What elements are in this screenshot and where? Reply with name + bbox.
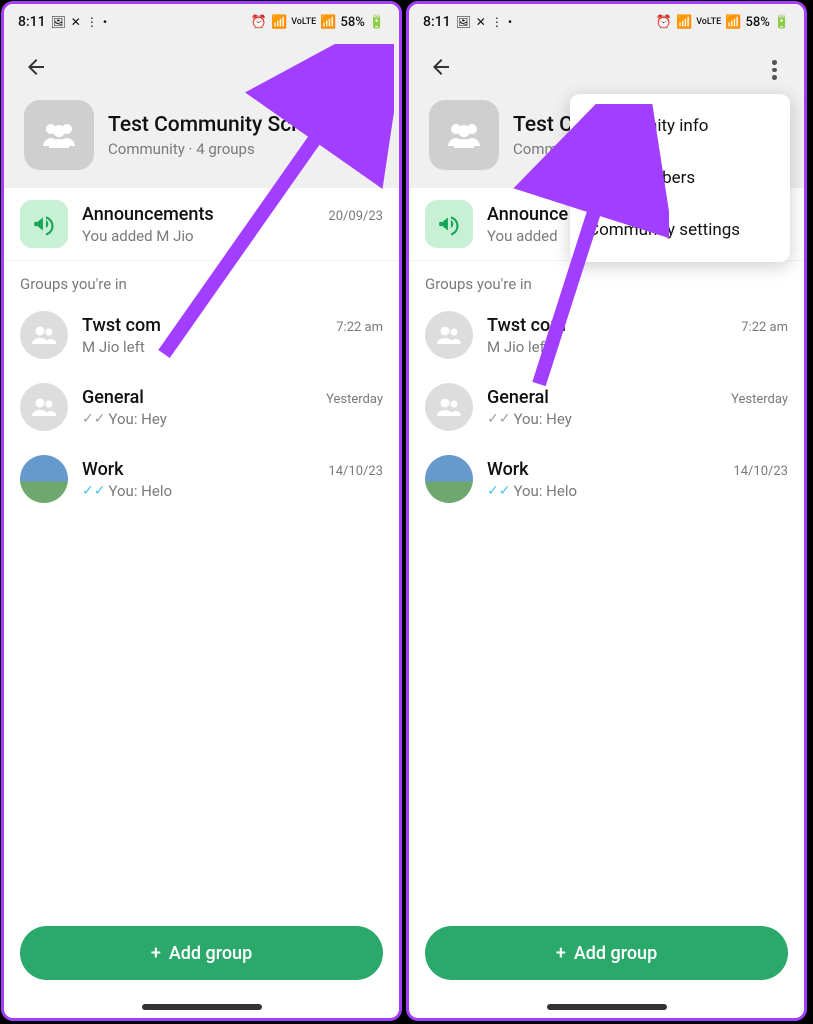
community-subtitle: Commu xyxy=(513,140,573,158)
add-group-button[interactable]: + Add group xyxy=(425,926,788,980)
group-row-general[interactable]: General Yesterday ✓✓ You: Hey xyxy=(409,371,804,443)
groups-section-label: Groups you're in xyxy=(409,261,804,299)
group-avatar-icon xyxy=(425,311,473,359)
bug-icon: ⋮ xyxy=(86,15,98,29)
megaphone-icon xyxy=(20,200,68,248)
back-button[interactable] xyxy=(425,51,457,89)
groups-list: Announcements 20/09/23 You added M Jio G… xyxy=(4,188,399,906)
announcements-row[interactable]: Announcements 20/09/23 You added M Jio xyxy=(4,188,399,261)
group-time: Yesterday xyxy=(326,392,383,407)
group-time: 7:22 am xyxy=(336,320,383,335)
group-time: Yesterday xyxy=(731,392,788,407)
plus-icon: + xyxy=(151,943,161,964)
add-group-button[interactable]: + Add group xyxy=(20,926,383,980)
group-row-twst[interactable]: Twst com 7:22 am M Jio left xyxy=(4,299,399,371)
status-bar: 8:11 🖼 ✕ ⋮ • ⏰ 📶 VoLTE 📶 58% 🔋 xyxy=(4,4,399,40)
group-subtitle: ✓✓ You: Helo xyxy=(487,482,788,500)
announcements-title: Announce xyxy=(487,204,568,225)
wifi-icon: 📶 xyxy=(676,15,692,30)
add-group-label: Add group xyxy=(574,943,657,964)
status-bar: 8:11 🖼 ✕ ⋮ • ⏰ 📶 VoLTE 📶 58% 🔋 xyxy=(409,4,804,40)
group-subtitle: M Jio left xyxy=(82,338,383,356)
group-title: Work xyxy=(487,459,529,480)
group-avatar-icon xyxy=(425,383,473,431)
battery-icon: 🔋 xyxy=(369,15,385,30)
more-options-button[interactable] xyxy=(355,56,383,84)
community-title: Test Community Scho... xyxy=(108,113,332,137)
group-row-twst[interactable]: Twst com 7:22 am M Jio left xyxy=(409,299,804,371)
phone-screenshot-right: 8:11 🖼 ✕ ⋮ • ⏰ 📶 VoLTE 📶 58% 🔋 xyxy=(406,1,807,1021)
community-avatar-icon xyxy=(24,100,94,170)
picture-icon: 🖼 xyxy=(51,15,66,29)
add-group-label: Add group xyxy=(169,943,252,964)
group-title: General xyxy=(82,387,144,408)
group-title: Twst com xyxy=(487,315,566,336)
community-title: Test C xyxy=(513,113,573,137)
announcements-time: 20/09/23 xyxy=(328,209,383,224)
status-time: 8:11 xyxy=(18,14,46,30)
picture-icon: 🖼 xyxy=(456,15,471,29)
group-time: 7:22 am xyxy=(741,320,788,335)
read-ticks-icon: ✓✓ xyxy=(82,483,105,499)
sent-ticks-icon: ✓✓ xyxy=(82,411,105,427)
group-row-work[interactable]: Work 14/10/23 ✓✓ You: Helo xyxy=(409,443,804,515)
group-title: Work xyxy=(82,459,124,480)
battery-icon: 🔋 xyxy=(774,15,790,30)
signal-icon: 📶 xyxy=(725,15,741,30)
menu-community-info[interactable]: Community info xyxy=(570,100,790,152)
group-time: 14/10/23 xyxy=(733,464,788,479)
nav-handle[interactable] xyxy=(142,1004,262,1010)
nav-handle[interactable] xyxy=(547,1004,667,1010)
community-header-row[interactable]: Test Community Scho... Community · 4 gro… xyxy=(14,92,389,188)
volte-icon: VoLTE xyxy=(696,17,721,27)
alarm-icon: ⏰ xyxy=(656,15,672,30)
community-avatar-icon xyxy=(429,100,499,170)
group-subtitle: ✓✓ You: Hey xyxy=(82,410,383,428)
group-avatar-image xyxy=(425,455,473,503)
sent-ticks-icon: ✓✓ xyxy=(487,411,510,427)
bottom-bar: + Add group xyxy=(409,906,804,1004)
dot-icon: • xyxy=(508,15,512,29)
header: Test Community Scho... Community · 4 gro… xyxy=(4,40,399,188)
read-ticks-icon: ✓✓ xyxy=(487,483,510,499)
battery-text: 58% xyxy=(340,15,364,30)
options-dropdown: Community info e members Community setti… xyxy=(570,94,790,262)
bottom-bar: + Add group xyxy=(4,906,399,1004)
groups-list: Announce You added Groups you're in Twst… xyxy=(409,188,804,906)
group-row-general[interactable]: General Yesterday ✓✓ You: Hey xyxy=(4,371,399,443)
menu-invite-members[interactable]: e members xyxy=(570,152,790,204)
announcements-title: Announcements xyxy=(82,204,214,225)
wifi-icon: 📶 xyxy=(271,15,287,30)
back-button[interactable] xyxy=(20,51,52,89)
x-icon: ✕ xyxy=(71,15,81,29)
group-time: 14/10/23 xyxy=(328,464,383,479)
bug-icon: ⋮ xyxy=(491,15,503,29)
group-title: Twst com xyxy=(82,315,161,336)
group-avatar-icon xyxy=(20,311,68,359)
more-options-button[interactable] xyxy=(760,56,788,84)
group-subtitle: ✓✓ You: Helo xyxy=(82,482,383,500)
group-title: General xyxy=(487,387,549,408)
status-time: 8:11 xyxy=(423,14,451,30)
megaphone-icon xyxy=(425,200,473,248)
announcements-subtitle: You added M Jio xyxy=(82,227,383,245)
volte-icon: VoLTE xyxy=(291,17,316,27)
phone-screenshot-left: 8:11 🖼 ✕ ⋮ • ⏰ 📶 VoLTE 📶 58% 🔋 xyxy=(1,1,402,1021)
dot-icon: • xyxy=(103,15,107,29)
group-row-work[interactable]: Work 14/10/23 ✓✓ You: Helo xyxy=(4,443,399,515)
group-avatar-icon xyxy=(20,383,68,431)
signal-icon: 📶 xyxy=(320,15,336,30)
group-subtitle: M Jio left xyxy=(487,338,788,356)
groups-section-label: Groups you're in xyxy=(4,261,399,299)
menu-community-settings[interactable]: Community settings xyxy=(570,204,790,256)
battery-text: 58% xyxy=(745,15,769,30)
alarm-icon: ⏰ xyxy=(251,15,267,30)
community-subtitle: Community · 4 groups xyxy=(108,140,332,158)
plus-icon: + xyxy=(556,943,566,964)
x-icon: ✕ xyxy=(476,15,486,29)
group-avatar-image xyxy=(20,455,68,503)
group-subtitle: ✓✓ You: Hey xyxy=(487,410,788,428)
